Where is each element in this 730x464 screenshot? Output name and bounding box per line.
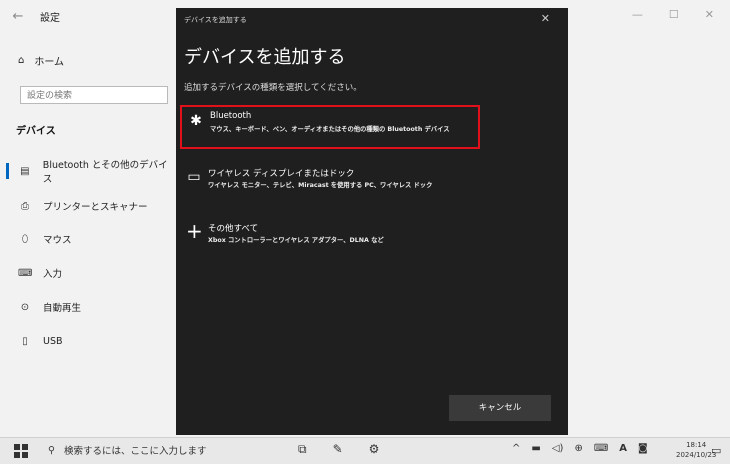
close-button[interactable]: ✕ — [705, 8, 714, 21]
autoplay-icon: ⊙ — [20, 301, 30, 313]
network-icon[interactable]: ⊕ — [574, 443, 582, 454]
windows-logo-pane — [22, 452, 28, 458]
plus-icon: + — [186, 219, 203, 243]
nav-label: 自動再生 — [43, 303, 82, 314]
devices-icon: ▤ — [20, 165, 30, 177]
taskbar-search-box[interactable]: ⚲ 検索するには、ここに入力します — [48, 443, 207, 458]
system-tray: ^ ▬ ◁) ⊕ ⌨ A ◙ — [512, 443, 648, 454]
home-nav-item[interactable]: ⌂ ホーム — [18, 53, 64, 68]
option-description: マウス、キーボード、ペン、オーディオまたはその他の種類の Bluetooth デ… — [210, 126, 450, 133]
windows-logo-icon — [14, 444, 20, 450]
option-title: ワイヤレス ディスプレイまたはドック — [208, 169, 355, 179]
taskbar-search-placeholder: 検索するには、ここに入力します — [63, 446, 207, 457]
display-icon: ▭ — [187, 169, 201, 185]
option-bluetooth[interactable]: ✱ Bluetooth マウス、キーボード、ペン、オーディオまたはその他の種類の… — [180, 105, 480, 149]
settings-sidebar: ← 設定 ⌂ ホーム 設定の検索 デバイス ▤ Bluetooth とその他のデ… — [0, 0, 175, 437]
nav-label: マウス — [43, 235, 72, 246]
usb-icon: ▯ — [22, 335, 28, 347]
settings-titlebar: ← 設定 — [0, 0, 175, 32]
bluetooth-icon: ✱ — [190, 113, 202, 129]
option-everything-else[interactable]: + その他すべて Xbox コントローラーとワイヤレス アダプター、DLNA な… — [180, 218, 480, 262]
nav-item-input[interactable]: ⌨ 入力 — [0, 262, 175, 284]
start-button[interactable] — [14, 444, 28, 458]
app-icon[interactable]: ✎ — [333, 442, 343, 457]
taskbar-apps: ⧉ ✎ ⚙ — [298, 442, 379, 457]
tray-chevron-icon[interactable]: ^ — [512, 443, 520, 454]
nav-item-mouse[interactable]: ⬯ マウス — [0, 228, 175, 250]
nav-label: USB — [43, 335, 63, 347]
notification-icon[interactable]: ▭ — [711, 444, 721, 457]
option-title: その他すべて — [208, 224, 259, 234]
option-description: ワイヤレス モニター、テレビ、Miracast を使用する PC、ワイヤレス ド… — [208, 182, 433, 189]
keyboard-icon: ⌨ — [18, 267, 33, 279]
option-wireless-display[interactable]: ▭ ワイヤレス ディスプレイまたはドック ワイヤレス モニター、テレビ、Mira… — [180, 163, 480, 207]
ime-indicator[interactable]: A — [619, 443, 627, 454]
nav-item-bluetooth-devices[interactable]: ▤ Bluetooth とその他のデバイス — [0, 160, 175, 185]
volume-icon[interactable]: ◁) — [552, 443, 564, 454]
maximize-button[interactable]: ☐ — [669, 8, 679, 21]
cancel-button[interactable]: キャンセル — [449, 395, 551, 421]
home-icon: ⌂ — [18, 55, 25, 66]
nav-item-autoplay[interactable]: ⊙ 自動再生 — [0, 296, 175, 318]
nav-item-usb[interactable]: ▯ USB — [0, 330, 175, 352]
option-description: Xbox コントローラーとワイヤレス アダプター、DLNA など — [208, 237, 384, 244]
settings-taskbar-icon[interactable]: ⚙ — [369, 442, 380, 457]
nav-label: 入力 — [43, 269, 63, 280]
option-title: Bluetooth — [210, 111, 252, 121]
windows-logo-pane — [14, 452, 20, 458]
battery-icon[interactable]: ▬ — [531, 443, 540, 454]
section-heading: デバイス — [16, 126, 56, 137]
dialog-subtitle: 追加するデバイスの種類を選択してください。 — [184, 83, 362, 93]
nav-label: Bluetooth とその他のデバイス — [42, 160, 168, 185]
settings-title: 設定 — [40, 12, 60, 24]
task-view-icon[interactable]: ⧉ — [298, 442, 307, 457]
mouse-icon: ⬯ — [21, 233, 29, 245]
touch-keyboard-icon[interactable]: ⌨ — [594, 443, 608, 454]
settings-search-input[interactable]: 設定の検索 — [20, 86, 168, 104]
window-controls: — ☐ ✕ — [632, 8, 730, 21]
back-arrow-icon[interactable]: ← — [6, 9, 30, 24]
printer-icon: ⎙ — [21, 200, 29, 212]
windows-logo-pane — [22, 444, 28, 450]
ime-mode-icon[interactable]: ◙ — [638, 443, 648, 454]
add-device-dialog: デバイスを追加する ✕ デバイスを追加する 追加するデバイスの種類を選択してくだ… — [176, 8, 568, 435]
minimize-button[interactable]: — — [632, 8, 643, 21]
dialog-titlebar-text: デバイスを追加する — [184, 16, 247, 24]
nav-item-printers[interactable]: ⎙ プリンターとスキャナー — [0, 195, 175, 217]
dialog-close-button[interactable]: ✕ — [541, 12, 550, 25]
home-label: ホーム — [34, 57, 65, 68]
dialog-heading: デバイスを追加する — [184, 47, 346, 68]
nav-label: プリンターとスキャナー — [43, 202, 148, 213]
taskbar: ⚲ 検索するには、ここに入力します ⧉ ✎ ⚙ ^ ▬ ◁) ⊕ ⌨ A ◙ 1… — [0, 437, 730, 464]
search-icon: ⚲ — [48, 444, 55, 456]
